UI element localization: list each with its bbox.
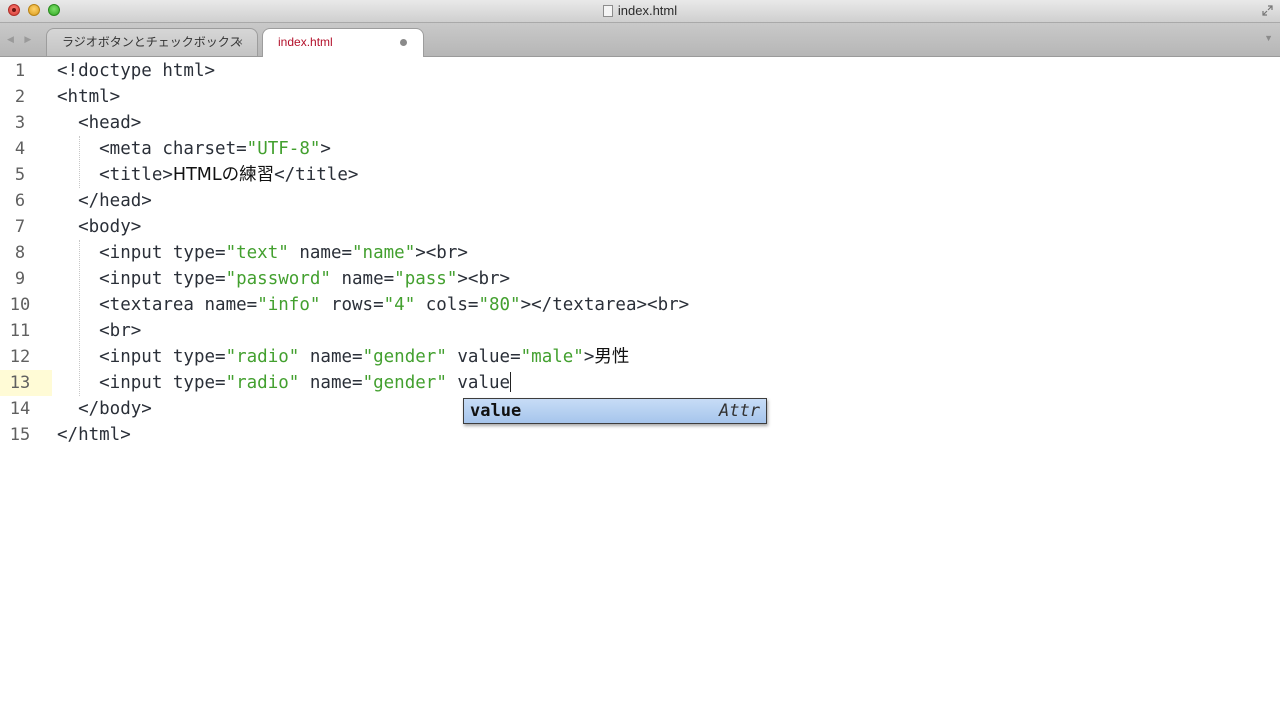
code-line[interactable]: 12 <input type="radio" name="gender" val…: [0, 344, 1280, 370]
close-tab-icon[interactable]: ×: [236, 29, 243, 55]
text-cursor: [510, 372, 512, 392]
line-number: 12: [9, 347, 31, 367]
line-code: <meta charset="UTF-8">: [57, 139, 331, 159]
line-number: 2: [14, 87, 26, 107]
line-code: </body>: [57, 399, 152, 419]
line-code: <br>: [57, 321, 142, 341]
line-number: 5: [14, 165, 26, 185]
indent-guide: [79, 136, 80, 188]
unsaved-dot-icon[interactable]: [400, 39, 407, 46]
line-code: <input type="text" name="name"><br>: [57, 243, 468, 263]
title-bar: index.html: [0, 0, 1280, 23]
line-code: </html>: [57, 425, 131, 445]
line-number: 15: [9, 425, 31, 445]
code-line[interactable]: 10 <textarea name="info" rows="4" cols="…: [0, 292, 1280, 318]
document-icon: [602, 5, 613, 17]
line-code: </head>: [57, 191, 152, 211]
line-number: 9: [14, 269, 26, 289]
line-code: <input type="password" name="pass"><br>: [57, 269, 511, 289]
line-code: <title>HTMLの練習</title>: [57, 165, 359, 185]
code-line[interactable]: 15 </html>: [0, 422, 1280, 448]
autocomplete-suggestion[interactable]: value: [470, 399, 521, 423]
fullscreen-icon[interactable]: [1262, 5, 1273, 16]
line-number: 1: [14, 61, 26, 81]
indent-guide: [79, 240, 80, 396]
line-number: 11: [9, 321, 31, 341]
autocomplete-popup[interactable]: value Attr: [463, 398, 767, 424]
code-line[interactable]: 7 <body>: [0, 214, 1280, 240]
code-line[interactable]: 9 <input type="password" name="pass"><br…: [0, 266, 1280, 292]
code-line[interactable]: 4 <meta charset="UTF-8">: [0, 136, 1280, 162]
editor-window: index.html ◀ ▶ ラジオボタンとチェックボックス × index.h…: [0, 0, 1280, 720]
code-line[interactable]: 3 <head>: [0, 110, 1280, 136]
window-title: index.html: [0, 3, 1280, 19]
tab-label: index.html: [278, 35, 333, 49]
tab-index-html[interactable]: index.html: [262, 28, 424, 57]
line-number: 4: [14, 139, 26, 159]
code-line[interactable]: 1 <!doctype html>: [0, 58, 1280, 84]
code-line[interactable]: 13 <input type="radio" name="gender" val…: [0, 370, 1280, 396]
line-number: 3: [14, 113, 26, 133]
tab-radio-checkbox[interactable]: ラジオボタンとチェックボックス ×: [46, 28, 258, 56]
line-number: 6: [14, 191, 26, 211]
line-code: <!doctype html>: [57, 61, 216, 81]
line-code: <head>: [57, 113, 142, 133]
code-line[interactable]: 11 <br>: [0, 318, 1280, 344]
code-line[interactable]: 2 <html>: [0, 84, 1280, 110]
line-code: <input type="radio" name="gender" value: [57, 372, 512, 393]
line-code: <textarea name="info" rows="4" cols="80"…: [57, 295, 690, 315]
line-number: 14: [9, 399, 31, 419]
code-line[interactable]: 6 </head>: [0, 188, 1280, 214]
line-number: 8: [14, 243, 26, 263]
line-code: <html>: [57, 87, 121, 107]
tab-dropdown-icon[interactable]: ▼: [1264, 33, 1273, 43]
code-line[interactable]: 8 <input type="text" name="name"><br>: [0, 240, 1280, 266]
tab-bar: ◀ ▶ ラジオボタンとチェックボックス × index.html ▼: [0, 23, 1280, 57]
line-code: <input type="radio" name="gender" value=…: [57, 347, 630, 367]
line-number: 10: [9, 295, 31, 315]
tab-nav-arrows-icon[interactable]: ◀ ▶: [7, 34, 35, 45]
line-number: 7: [14, 217, 26, 237]
code-line[interactable]: 5 <title>HTMLの練習</title>: [0, 162, 1280, 188]
code-editor[interactable]: 1 <!doctype html> 2 <html> 3 <head> 4 <meta c…: [0, 57, 1280, 720]
tab-label: ラジオボタンとチェックボックス: [62, 35, 242, 49]
line-code: <body>: [57, 217, 142, 237]
window-title-text: index.html: [617, 3, 678, 18]
autocomplete-kind: Attr: [719, 401, 760, 421]
line-number: 13: [9, 373, 31, 393]
